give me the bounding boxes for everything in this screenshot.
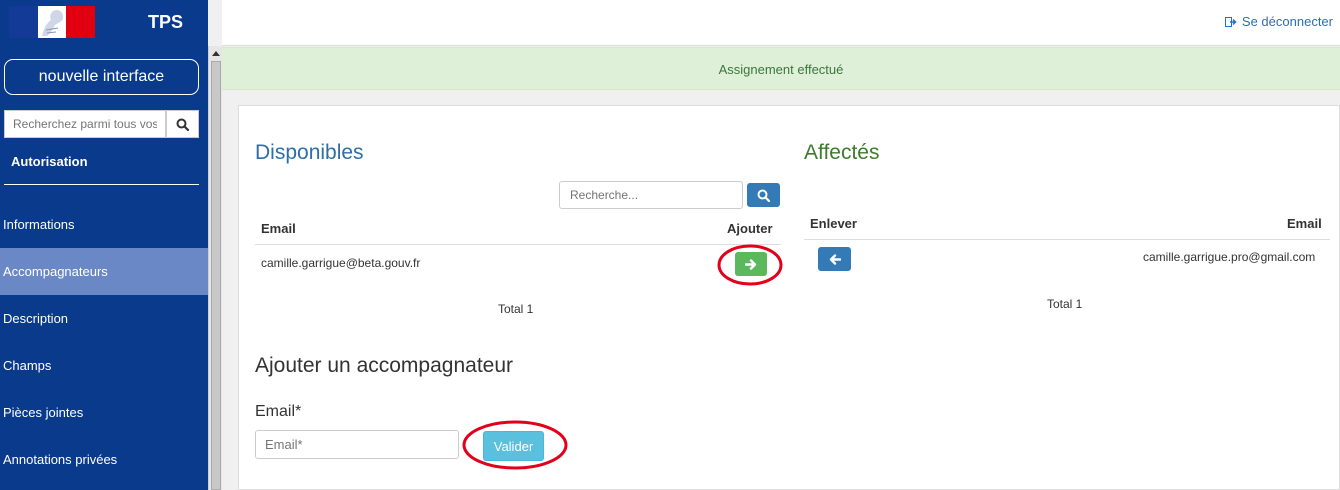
affectes-total: Total 1 bbox=[1047, 297, 1083, 311]
email-label: Email* bbox=[255, 403, 302, 420]
logout-label: Se déconnecter bbox=[1241, 14, 1333, 29]
affectes-col-email: Email bbox=[1287, 216, 1322, 231]
disponibles-total: Total 1 bbox=[498, 302, 534, 316]
procedure-title: Autorisation bbox=[11, 154, 88, 169]
disponibles-col-email: Email bbox=[261, 221, 296, 236]
disponibles-col-ajouter: Ajouter bbox=[727, 221, 773, 236]
sidebar-item-pieces-jointes[interactable]: Pièces jointes bbox=[0, 389, 208, 436]
sidebar-nav: Informations Accompagnateurs Description… bbox=[0, 201, 208, 483]
new-interface-button[interactable]: nouvelle interface bbox=[4, 59, 199, 95]
valider-button[interactable]: Valider bbox=[483, 431, 544, 461]
sidebar-search-button[interactable] bbox=[166, 110, 199, 138]
disponibles-search-input[interactable] bbox=[559, 181, 743, 209]
sidebar-scrollbar[interactable] bbox=[208, 46, 222, 490]
app-title: TPS bbox=[148, 12, 184, 32]
affectes-header-rule bbox=[804, 239, 1330, 240]
disponibles-row-email: camille.garrigue@beta.gouv.fr bbox=[261, 256, 421, 270]
arrow-right-icon bbox=[745, 258, 757, 270]
scroll-up-arrow-icon[interactable] bbox=[210, 47, 222, 59]
sidebar-item-description[interactable]: Description bbox=[0, 295, 208, 342]
sidebar-item-champs[interactable]: Champs bbox=[0, 342, 208, 389]
sidebar-divider bbox=[4, 184, 199, 185]
add-accompagnateur-title: Ajouter un accompagnateur bbox=[255, 354, 513, 377]
email-field[interactable] bbox=[255, 430, 459, 459]
disponibles-header-rule bbox=[255, 244, 781, 245]
affectes-row-email: camille.garrigue.pro@gmail.com bbox=[1143, 250, 1316, 264]
sidebar: TPS nouvelle interface Autorisation Info… bbox=[0, 0, 208, 490]
logout-icon bbox=[1224, 16, 1237, 27]
search-icon bbox=[176, 118, 189, 131]
logout-link[interactable]: Se déconnecter bbox=[1224, 14, 1333, 29]
sidebar-item-annotations-privees[interactable]: Annotations privées bbox=[0, 436, 208, 483]
marianne-logo[interactable] bbox=[9, 6, 95, 38]
search-icon bbox=[757, 189, 770, 202]
success-alert: Assignement effectué bbox=[222, 47, 1340, 90]
sidebar-search-input[interactable] bbox=[4, 110, 166, 138]
brand-bar: TPS bbox=[0, 0, 208, 46]
affectes-col-enlever: Enlever bbox=[810, 216, 857, 231]
add-accompagnateur-button[interactable] bbox=[735, 252, 767, 276]
arrow-left-icon bbox=[829, 253, 841, 265]
top-bar: Se déconnecter bbox=[222, 0, 1340, 46]
sidebar-item-accompagnateurs[interactable]: Accompagnateurs bbox=[0, 248, 208, 295]
scrollbar-thumb[interactable] bbox=[211, 61, 221, 490]
affectes-title: Affectés bbox=[804, 141, 880, 164]
disponibles-search-button[interactable] bbox=[747, 183, 780, 207]
sidebar-item-informations[interactable]: Informations bbox=[0, 201, 208, 248]
disponibles-title: Disponibles bbox=[255, 141, 364, 164]
remove-accompagnateur-button[interactable] bbox=[818, 247, 851, 271]
